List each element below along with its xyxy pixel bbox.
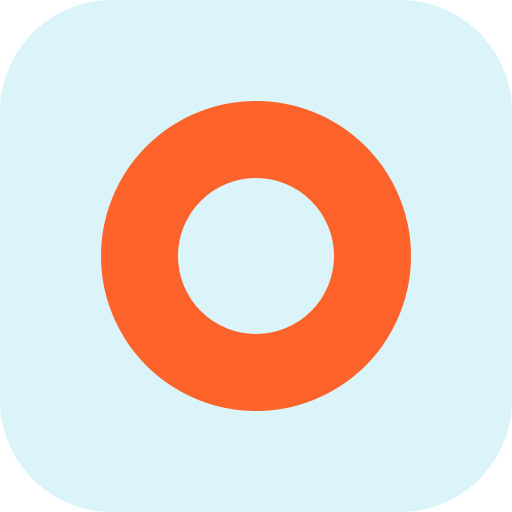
app-icon-background (0, 0, 512, 512)
app-icon[interactable] (0, 0, 512, 512)
app-icon-canvas (0, 0, 512, 512)
